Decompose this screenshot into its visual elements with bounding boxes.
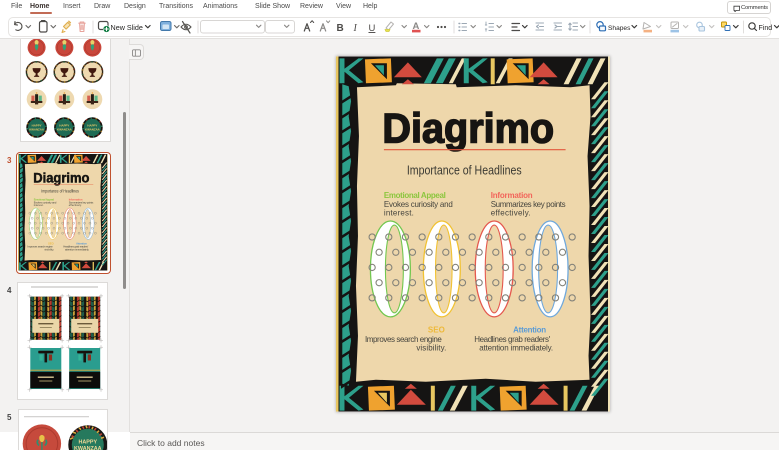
svg-text:KWANZAA: KWANZAA — [74, 446, 102, 450]
svg-text:Shapes: Shapes — [608, 25, 631, 32]
svg-text:I: I — [353, 23, 358, 34]
svg-text:B: B — [337, 23, 344, 34]
svg-text:KWANZAA: KWANZAA — [85, 127, 101, 131]
svg-text:Find: Find — [759, 25, 773, 32]
svg-text:KWANZAA: KWANZAA — [29, 127, 45, 131]
svg-text:KWANZAA: KWANZAA — [57, 127, 73, 131]
svg-text:New Slide: New Slide — [111, 23, 143, 32]
svg-text:HAPPY: HAPPY — [79, 439, 98, 445]
svg-text:U: U — [369, 23, 376, 34]
